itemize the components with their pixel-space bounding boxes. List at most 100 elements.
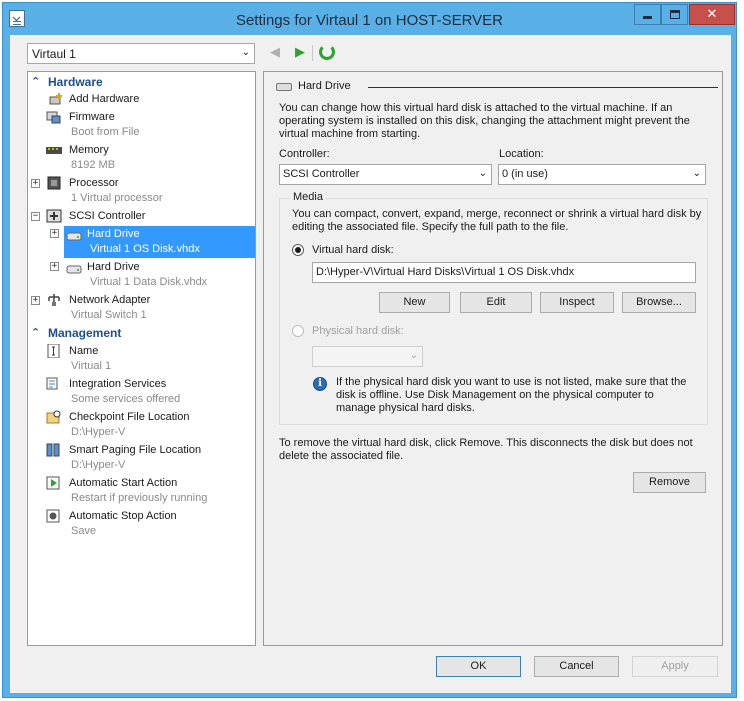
location-value: 0 (in use) xyxy=(502,168,548,180)
window-title: Settings for Virtaul 1 on HOST-SERVER xyxy=(235,12,504,29)
tree-item-value: Restart if previously running xyxy=(71,492,208,504)
management-category-label: Management xyxy=(48,326,122,340)
smart-paging-icon xyxy=(46,443,60,457)
cancel-button[interactable]: Cancel xyxy=(534,656,619,677)
tree-item-value: D:\Hyper-V xyxy=(71,459,126,471)
forward-button[interactable]: ▶ xyxy=(295,44,305,60)
info-icon: i xyxy=(313,377,327,391)
maximize-icon xyxy=(669,10,680,19)
chevron-down-icon: ⌄ xyxy=(409,350,418,361)
hard-drive-icon xyxy=(276,83,292,91)
memory-icon xyxy=(46,147,62,154)
network-adapter-icon xyxy=(48,294,60,306)
chevron-down-icon: ⌄ xyxy=(692,168,701,179)
section-divider xyxy=(368,87,718,88)
virtual-hard-disk-radio[interactable] xyxy=(292,244,304,256)
vm-selector-value: Virtaul 1 xyxy=(32,47,76,61)
collapse-icon[interactable]: − xyxy=(31,212,40,221)
settings-tree[interactable]: ⌃ Hardware Add Hardware Firmware Boot fr… xyxy=(27,71,256,646)
physical-disk-dropdown[interactable]: ⌄ xyxy=(312,346,423,367)
firmware-icon xyxy=(46,111,61,124)
automatic-start-icon xyxy=(46,476,60,490)
refresh-icon[interactable] xyxy=(319,44,335,60)
collapse-chevron-icon[interactable]: ⌃ xyxy=(31,326,40,339)
tree-item-value: 8192 MB xyxy=(71,159,116,171)
tree-item-value: 1 Virtual processor xyxy=(71,192,163,204)
tree-item-label: Integration Services xyxy=(69,378,167,390)
settings-window: Settings for Virtaul 1 on HOST-SERVER ✕ … xyxy=(2,2,737,698)
collapse-chevron-icon[interactable]: ⌃ xyxy=(31,75,40,88)
section-title: Hard Drive xyxy=(298,80,351,92)
back-button[interactable]: ◀ xyxy=(270,44,280,60)
maximize-button[interactable] xyxy=(661,4,688,25)
tree-item-label: Smart Paging File Location xyxy=(69,444,202,456)
tree-item-label: Processor xyxy=(69,177,119,189)
tree-item-value: Save xyxy=(71,525,97,537)
toolbar-divider xyxy=(312,45,313,61)
vhd-path-input[interactable]: D:\Hyper-V\Virtual Hard Disks\Virtual 1 … xyxy=(312,262,696,283)
expand-icon[interactable]: + xyxy=(50,262,59,271)
controller-value: SCSI Controller xyxy=(283,168,360,180)
expand-icon[interactable]: + xyxy=(31,179,40,188)
hard-drive-panel: Hard Drive You can change how this virtu… xyxy=(263,71,723,646)
tree-item-value: Virtual 1 xyxy=(71,360,112,372)
tree-item-value: D:\Hyper-V xyxy=(71,426,126,438)
management-category[interactable]: ⌃ Management xyxy=(28,326,255,341)
media-description: You can compact, convert, expand, merge,… xyxy=(292,208,702,233)
physical-hard-disk-radio[interactable] xyxy=(292,325,304,337)
expand-icon[interactable]: + xyxy=(31,296,40,305)
hardware-category-label: Hardware xyxy=(48,75,103,89)
tree-item-label: Automatic Start Action xyxy=(69,477,178,489)
chevron-down-icon: ⌄ xyxy=(241,47,250,58)
location-dropdown[interactable]: 0 (in use) ⌄ xyxy=(498,164,706,185)
title-bar[interactable]: Settings for Virtaul 1 on HOST-SERVER ✕ xyxy=(3,3,736,35)
tree-item-label: Memory xyxy=(69,144,109,156)
minimize-icon xyxy=(643,16,652,19)
processor-icon xyxy=(47,176,61,190)
browse-button[interactable]: Browse... xyxy=(622,292,696,313)
automatic-stop-icon xyxy=(46,509,60,523)
new-button[interactable]: New xyxy=(379,292,450,313)
tree-item-value: Virtual Switch 1 xyxy=(71,309,147,321)
hard-drive-icon xyxy=(66,232,82,241)
edit-button[interactable]: Edit xyxy=(460,292,532,313)
tree-item-value: Virtual 1 OS Disk.vhdx xyxy=(90,243,200,255)
name-icon xyxy=(47,344,60,358)
virtual-hard-disk-label: Virtual hard disk: xyxy=(312,244,394,256)
controller-label: Controller: xyxy=(279,148,330,160)
apply-button[interactable]: Apply xyxy=(632,656,718,677)
inspect-button[interactable]: Inspect xyxy=(540,292,614,313)
tree-item-value: Boot from File xyxy=(71,126,140,138)
vm-selector[interactable]: Virtaul 1 ⌄ xyxy=(27,43,255,64)
physical-disk-info-text: If the physical hard disk you want to us… xyxy=(336,376,687,414)
tree-item-label: Checkpoint File Location xyxy=(69,411,190,423)
tree-item-label: Network Adapter xyxy=(69,294,151,306)
tree-item-label: Name xyxy=(69,345,99,357)
hard-drive-icon xyxy=(66,265,82,274)
ok-button[interactable]: OK xyxy=(436,656,521,677)
section-header: Hard Drive xyxy=(276,80,718,94)
add-hardware-icon xyxy=(49,93,62,105)
close-button[interactable]: ✕ xyxy=(689,4,735,25)
dialog-client: Virtaul 1 ⌄ ◀ ▶ ⌃ Hardware Add Hardware … xyxy=(10,35,731,693)
controller-dropdown[interactable]: SCSI Controller ⌄ xyxy=(279,164,492,185)
media-legend: Media xyxy=(290,191,326,203)
location-label: Location: xyxy=(499,148,544,160)
expand-icon[interactable]: + xyxy=(50,229,59,238)
media-group: Media You can compact, convert, expand, … xyxy=(279,191,708,425)
hardware-category[interactable]: ⌃ Hardware xyxy=(28,75,255,90)
close-icon: ✕ xyxy=(706,7,718,22)
integration-services-icon xyxy=(46,377,58,390)
tree-item-label: Add Hardware xyxy=(69,93,140,105)
physical-hard-disk-label: Physical hard disk: xyxy=(312,325,404,337)
tree-item-label: Firmware xyxy=(69,111,115,123)
intro-text: You can change how this virtual hard dis… xyxy=(279,102,690,140)
chevron-down-icon: ⌄ xyxy=(478,168,487,179)
remove-button[interactable]: Remove xyxy=(633,472,706,493)
tree-item-value: Some services offered xyxy=(71,393,181,405)
tree-item-label: Automatic Stop Action xyxy=(69,510,177,522)
minimize-button[interactable] xyxy=(634,4,661,25)
scsi-controller-icon xyxy=(46,209,62,223)
tree-item-label: Hard Drive xyxy=(87,228,140,240)
checkpoint-icon xyxy=(46,410,61,424)
